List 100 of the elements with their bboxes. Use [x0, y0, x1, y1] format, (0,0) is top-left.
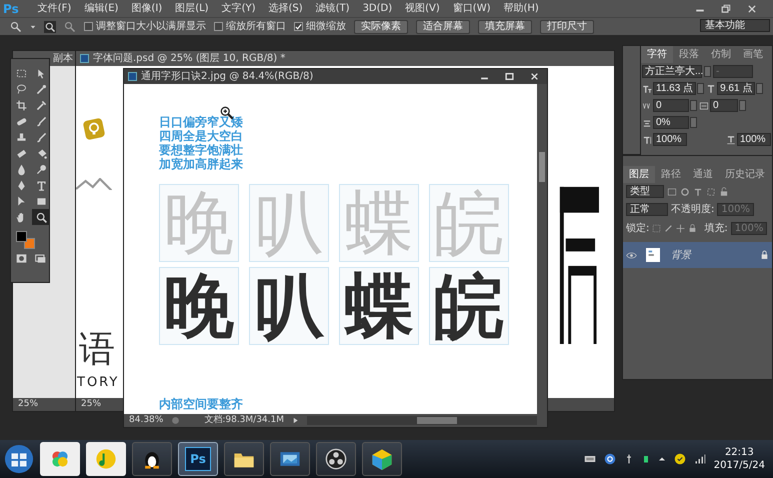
panel-tab[interactable]: 字符 — [641, 46, 673, 63]
menu-item[interactable]: 帮助(H) — [504, 1, 539, 16]
taskbar-button[interactable] — [132, 442, 172, 476]
option-button[interactable]: 填充屏幕 — [478, 20, 532, 34]
checkbox[interactable] — [294, 22, 303, 31]
layer-row[interactable]: 背景 — [623, 242, 772, 268]
horizontal-scale-icon — [726, 134, 736, 144]
help-icon[interactable] — [604, 453, 616, 465]
taskbar-button[interactable] — [224, 442, 264, 476]
panel-tab[interactable]: 画笔 — [737, 46, 769, 63]
blend-mode-dropdown[interactable]: 正常 — [626, 203, 668, 216]
filter-dropdown[interactable]: 类型 — [626, 185, 664, 198]
image-filter-icon[interactable] — [667, 186, 677, 196]
app-logo: Ps — [3, 0, 19, 18]
background-swatch[interactable] — [24, 238, 35, 249]
tsume-field[interactable]: 0% — [653, 116, 689, 129]
tip-text: 加宽加高胖起来 — [159, 157, 244, 171]
option-button[interactable]: 打印尺寸 — [540, 20, 594, 34]
menu-item[interactable]: 图层(L) — [175, 1, 209, 16]
clock-time[interactable]: 22:13 — [714, 446, 765, 459]
foreground-swatch[interactable] — [16, 231, 27, 242]
font-dropdown[interactable]: 方正兰亭大... — [642, 65, 702, 78]
play-icon[interactable] — [292, 417, 300, 424]
mask-icon[interactable] — [16, 253, 27, 264]
vertical-scrollbar[interactable] — [537, 84, 547, 414]
document-tab[interactable]: 副本 — [53, 51, 73, 66]
menu-item[interactable]: 滤镜(T) — [316, 1, 350, 16]
option-button[interactable]: 实际像素 — [354, 20, 408, 34]
size-field[interactable]: 11.63 点 — [653, 82, 696, 95]
menu-item[interactable]: 文字(Y) — [222, 1, 256, 16]
menu-item[interactable]: 窗口(W) — [452, 1, 490, 16]
menu-item[interactable]: 文件(F) — [38, 1, 72, 16]
panel-tab[interactable]: 路径 — [655, 166, 687, 183]
lock-pixels-icon[interactable] — [652, 224, 662, 233]
zoom-in-icon[interactable] — [10, 20, 22, 32]
text-filter-icon[interactable] — [693, 186, 703, 196]
panel-tab[interactable]: 仿制 — [705, 46, 737, 63]
eyedropper-icon — [34, 98, 48, 112]
signal-icon[interactable] — [694, 453, 706, 465]
shield-icon[interactable] — [674, 453, 686, 465]
restore-icon[interactable] — [721, 4, 731, 14]
zoom-level: 25% — [18, 398, 38, 411]
zoom-out-icon[interactable] — [64, 20, 76, 32]
adjustment-filter-icon[interactable] — [680, 186, 690, 196]
option-button[interactable]: 适合屏幕 — [416, 20, 470, 34]
lock-icon[interactable] — [688, 224, 698, 233]
search-icon — [34, 210, 48, 224]
brush-icon — [34, 114, 48, 128]
glyph-sample: 叭 — [249, 184, 329, 262]
workspace-dropdown[interactable]: 基本功能 — [700, 19, 770, 32]
hscale-field[interactable]: 100% — [737, 133, 771, 146]
glyph-sample: 叭 — [249, 267, 329, 345]
close-icon[interactable] — [530, 72, 539, 81]
checkbox[interactable] — [214, 22, 223, 31]
scrollbar-thumb[interactable] — [417, 417, 458, 424]
type-tool-icon — [34, 178, 48, 192]
menu-item[interactable]: 编辑(E) — [84, 1, 118, 16]
panel-tab[interactable]: 通道 — [687, 166, 719, 183]
wand-icon — [34, 82, 48, 96]
vscale-field[interactable]: 100% — [653, 133, 687, 146]
move-icon[interactable] — [676, 224, 686, 233]
vertical-scale-icon — [642, 134, 652, 144]
glyph-sample: 晚 — [159, 184, 239, 262]
start-button[interactable] — [4, 444, 34, 474]
brush-icon[interactable] — [664, 224, 674, 233]
opacity-label: 不透明度: — [671, 202, 714, 217]
panel-tab[interactable]: 图层 — [623, 166, 655, 183]
taskbar-button[interactable] — [362, 442, 402, 476]
battery-icon[interactable] — [642, 453, 650, 465]
panel-tab[interactable]: 历史记录 — [719, 166, 771, 183]
zoom-tool[interactable] — [32, 209, 50, 225]
layer-name[interactable]: 背景 — [671, 248, 691, 262]
keyboard-icon[interactable] — [584, 453, 596, 465]
caret-icon[interactable] — [658, 455, 666, 463]
shape-filter-icon[interactable] — [706, 186, 716, 196]
tracking-field[interactable]: 0 — [710, 99, 738, 112]
zoom-in-icon[interactable] — [44, 20, 56, 32]
taskbar-button[interactable] — [316, 442, 356, 476]
document-title: 通用字形口诀2.jpg @ 84.4%(RGB/8) — [141, 70, 314, 84]
screen-mode-icon[interactable] — [35, 253, 46, 264]
menu-item[interactable]: 3D(D) — [362, 1, 392, 16]
document-icon — [80, 54, 89, 63]
menu-item[interactable]: 选择(S) — [268, 1, 303, 16]
smart-filter-icon[interactable] — [719, 186, 729, 196]
menu-item[interactable]: 图像(I) — [131, 1, 162, 16]
maximize-icon[interactable] — [505, 72, 514, 81]
close-icon[interactable] — [747, 4, 757, 14]
taskbar-button[interactable] — [270, 442, 310, 476]
kerning-field[interactable]: 0 — [653, 99, 689, 112]
leading-field[interactable]: 9.61 点 — [717, 82, 756, 95]
checkbox[interactable] — [84, 22, 93, 31]
leading-icon — [706, 84, 716, 94]
panel-tab[interactable]: 段落 — [673, 46, 705, 63]
scrollbar-thumb[interactable] — [539, 152, 545, 182]
horizontal-scrollbar[interactable] — [307, 416, 537, 425]
menu-item[interactable]: 视图(V) — [405, 1, 440, 16]
layer-thumbnail — [646, 246, 660, 264]
clock-date[interactable]: 2017/5/24 — [714, 459, 765, 472]
tracking-icon — [699, 100, 709, 110]
taskbar-button[interactable]: Ps — [178, 442, 218, 476]
